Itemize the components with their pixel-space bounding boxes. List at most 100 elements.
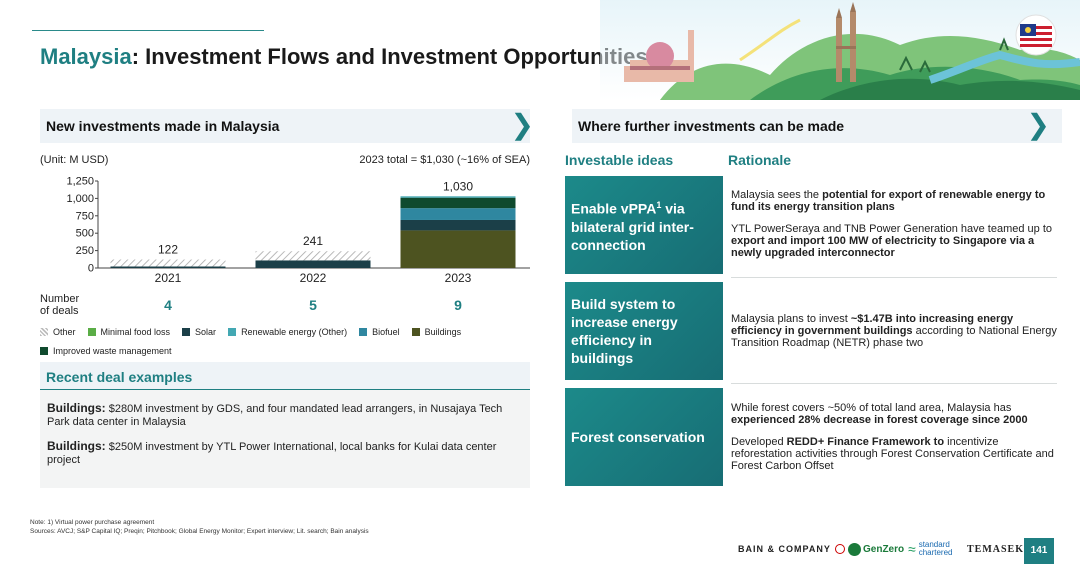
page-number: 141 bbox=[1024, 538, 1054, 564]
rationale-paragraph: Developed REDD+ Finance Framework to inc… bbox=[731, 436, 1057, 472]
investable-ideas-header: Investable ideas bbox=[565, 152, 674, 168]
unit-label: (Unit: M USD) bbox=[40, 154, 109, 166]
bar-total-label: 122 bbox=[158, 243, 178, 257]
genzero-logo: GenZero bbox=[848, 536, 904, 562]
divider bbox=[731, 383, 1057, 384]
rationale-emphasis: export and import 100 MW of electricity … bbox=[731, 235, 1035, 259]
rationale-text: Developed bbox=[731, 436, 787, 448]
idea-box-energy-efficiency: Build system to increase energy efficien… bbox=[565, 282, 723, 380]
rationale-text: While forest covers ~50% of total land a… bbox=[731, 402, 1012, 414]
left-section-title: New investments made in Malaysia bbox=[46, 118, 280, 134]
note-line: Sources: AVCJ; S&P Capital IQ; Preqin; P… bbox=[30, 528, 369, 535]
rationale-forest-conservation: While forest covers ~50% of total land a… bbox=[731, 402, 1057, 482]
temasek-logo: TEMASEK bbox=[967, 543, 1025, 555]
recent-deals-box: Buildings: $280M investment by GDS, and … bbox=[40, 390, 530, 488]
legend-item: Biofuel bbox=[359, 327, 400, 337]
y-tick-label: 500 bbox=[76, 228, 94, 240]
legend-swatch bbox=[40, 346, 48, 355]
y-tick-label: 1,000 bbox=[66, 193, 94, 205]
rationale-text: YTL PowerSeraya and TNB Power Generation… bbox=[731, 223, 1053, 235]
deal-item: Buildings: $280M investment by GDS, and … bbox=[47, 401, 503, 429]
legend-item: Buildings bbox=[411, 326, 462, 337]
legend-row-1: Other Minimal food loss Solar Renewable ene… bbox=[40, 325, 530, 338]
deals-2022: 5 bbox=[309, 297, 317, 313]
x-tick-label: 2022 bbox=[300, 271, 327, 285]
recent-deals-header: Recent deal examples bbox=[40, 362, 530, 390]
chevron-right-icon: ❯ bbox=[510, 109, 534, 140]
bar-segment bbox=[110, 259, 226, 267]
page-title: Malaysia: Investment Flows and Investmen… bbox=[40, 44, 648, 70]
rationale-emphasis: REDD+ Finance Framework to bbox=[786, 436, 945, 448]
rationale-paragraph: While forest covers ~50% of total land a… bbox=[731, 402, 1057, 426]
legend-label: Minimal food loss bbox=[100, 326, 171, 337]
sc-mark-icon: ≈ bbox=[908, 541, 916, 557]
bar-segment bbox=[110, 266, 226, 268]
legend-item: Other bbox=[40, 327, 76, 337]
legend-label: Buildings bbox=[424, 326, 462, 337]
bar-segment bbox=[400, 219, 516, 231]
bain-logo: BAIN & COMPANY bbox=[738, 536, 845, 562]
legend-swatch bbox=[40, 327, 48, 336]
bar-segment bbox=[400, 196, 516, 198]
rationale-energy-efficiency: Malaysia plans to invest ~$1.47B into in… bbox=[731, 313, 1057, 359]
legend-label: Solar bbox=[195, 326, 217, 337]
legend-label: Improved waste management bbox=[53, 345, 172, 356]
bar-segment bbox=[255, 260, 371, 268]
malaysia-landscape-illustration bbox=[600, 0, 1080, 100]
rationale-paragraph: Malaysia plans to invest ~$1.47B into in… bbox=[731, 313, 1057, 349]
bar-segment bbox=[400, 197, 516, 209]
legend-swatch bbox=[182, 327, 191, 336]
legend-swatch bbox=[359, 327, 368, 336]
bar-segment bbox=[255, 251, 371, 261]
legend-item: Improved waste management bbox=[40, 346, 172, 356]
idea-box-forest-conservation: Forest conservation bbox=[565, 388, 723, 486]
deals-2023: 9 bbox=[454, 297, 462, 313]
y-tick-label: 750 bbox=[76, 210, 94, 222]
legend-label: Renewable energy (Other) bbox=[241, 326, 348, 337]
x-tick-label: 2021 bbox=[155, 271, 182, 285]
y-tick-label: 250 bbox=[76, 245, 94, 257]
deal-item: Buildings: $250M investment by YTL Power… bbox=[47, 439, 497, 467]
y-tick-label: 1,250 bbox=[66, 176, 94, 188]
divider bbox=[731, 277, 1057, 278]
left-section-header: New investments made in Malaysia ❯ bbox=[40, 109, 534, 143]
deals-2021: 4 bbox=[164, 297, 172, 313]
legend-label: Biofuel bbox=[372, 326, 400, 337]
bar-total-label: 241 bbox=[303, 234, 323, 248]
bar-total-label: 1,030 bbox=[443, 179, 473, 193]
title-rest: : Investment Flows and Investment Opport… bbox=[131, 44, 648, 69]
legend-item: Renewable energy (Other) bbox=[228, 327, 347, 337]
legend-label: Other bbox=[53, 326, 76, 337]
rationale-paragraph: Malaysia sees the potential for export o… bbox=[731, 189, 1057, 213]
title-country: Malaysia bbox=[40, 44, 132, 69]
rationale-header: Rationale bbox=[728, 152, 792, 168]
standard-chartered-logo: ≈ standard chartered bbox=[908, 540, 953, 557]
legend-swatch bbox=[87, 327, 96, 336]
legend-item: Solar bbox=[182, 327, 216, 337]
deals-label: Number of deals bbox=[40, 293, 80, 317]
footnotes: Note: 1) Virtual power purchase agreemen… bbox=[30, 518, 369, 536]
top-rule bbox=[32, 30, 264, 31]
right-section-title: Where further investments can be made bbox=[578, 118, 845, 134]
rationale-paragraph: YTL PowerSeraya and TNB Power Generation… bbox=[731, 223, 1057, 259]
rationale-emphasis: experienced 28% decrease in forest cover… bbox=[731, 414, 1028, 426]
note-line: Note: 1) Virtual power purchase agreemen… bbox=[30, 519, 155, 526]
y-tick-label: 0 bbox=[88, 263, 94, 275]
bar-segment bbox=[400, 208, 516, 220]
bain-mark-icon bbox=[834, 544, 845, 554]
x-tick-label: 2023 bbox=[445, 271, 472, 285]
bar-segment bbox=[400, 230, 516, 268]
idea-box-vppa: Enable vPPA1 via bilateral grid inter-co… bbox=[565, 176, 723, 274]
legend-item: Minimal food loss bbox=[87, 326, 171, 337]
total-label: 2023 total = $1,030 (~16% of SEA) bbox=[359, 154, 530, 166]
investment-bar-chart: 0 250 500 750 1,000 1,250 122 2021 241 2022 1,030 2… bbox=[66, 176, 530, 285]
legend-row-2: Improved waste management bbox=[40, 344, 530, 357]
rationale-vppa: Malaysia sees the potential for export o… bbox=[731, 189, 1057, 269]
legend-swatch bbox=[411, 327, 420, 336]
rationale-text: Malaysia sees the bbox=[731, 189, 823, 201]
right-section-header: Where further investments can be made ❯ bbox=[572, 109, 1062, 143]
chart-legend: Other Minimal food loss Solar Renewable ene… bbox=[40, 325, 530, 363]
rationale-text: Malaysia plans to invest bbox=[731, 313, 851, 325]
chevron-right-icon: ❯ bbox=[1026, 109, 1050, 140]
legend-swatch bbox=[228, 327, 237, 336]
